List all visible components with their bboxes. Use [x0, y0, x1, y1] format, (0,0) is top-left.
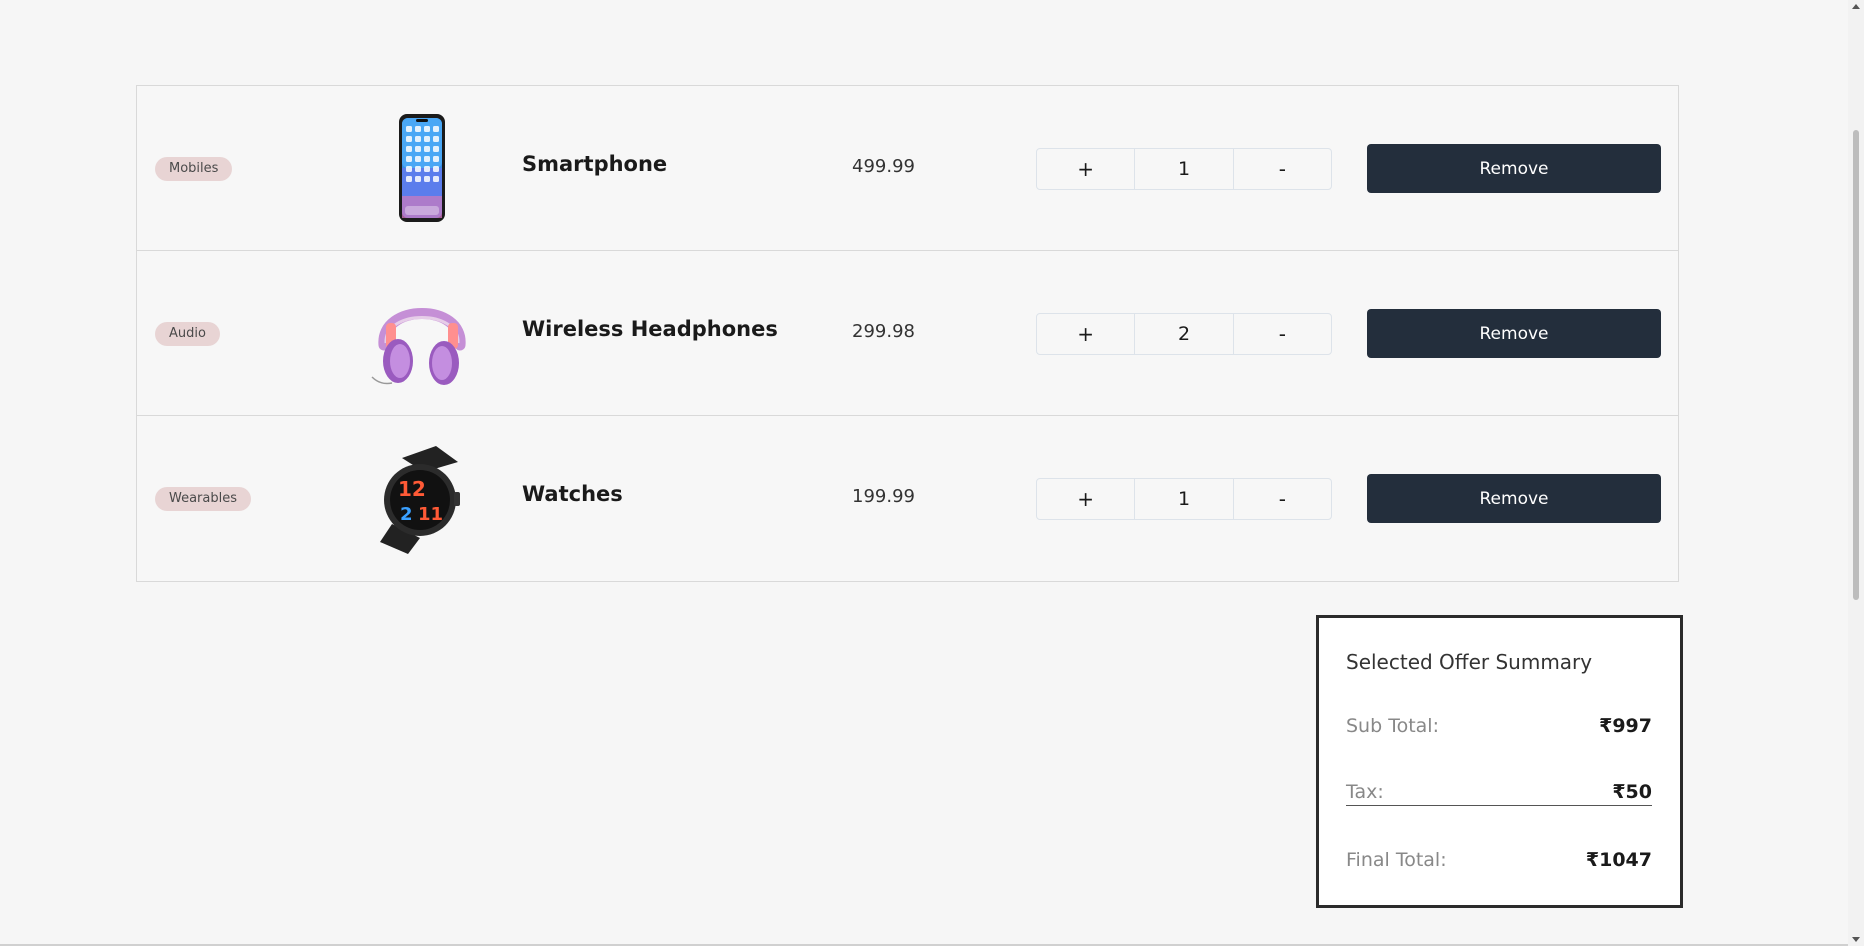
remove-button[interactable]: Remove — [1367, 474, 1661, 523]
tax-row: Tax: ₹50 — [1346, 781, 1652, 806]
cart-row: Wearables 12 2 11 Watches 199.99 + 1 - R… — [137, 416, 1678, 581]
scroll-up-arrow-icon[interactable] — [1852, 4, 1860, 9]
product-name: Wireless Headphones — [522, 317, 778, 341]
remove-button[interactable]: Remove — [1367, 144, 1661, 193]
svg-text:2: 2 — [400, 504, 413, 525]
category-badge: Audio — [155, 322, 220, 346]
increase-quantity-button[interactable]: + — [1037, 314, 1136, 354]
final-total-row: Final Total: ₹1047 — [1346, 849, 1652, 871]
quantity-stepper: + 2 - — [1036, 313, 1332, 355]
increase-quantity-button[interactable]: + — [1037, 479, 1136, 519]
tax-value: ₹50 — [1612, 781, 1652, 803]
product-name: Smartphone — [522, 152, 668, 176]
subtotal-row: Sub Total: ₹997 — [1346, 715, 1652, 737]
summary-title: Selected Offer Summary — [1346, 650, 1593, 674]
cart-row: Mobiles Smartphone 499.99 + 1 - Remove — [137, 86, 1678, 251]
category-badge: Mobiles — [155, 157, 233, 181]
final-total-value: ₹1047 — [1585, 849, 1652, 871]
subtotal-value: ₹997 — [1599, 715, 1652, 737]
smartphone-image — [362, 108, 482, 228]
vertical-scrollbar[interactable] — [1848, 0, 1864, 946]
decrease-quantity-button[interactable]: - — [1234, 479, 1331, 519]
scrollbar-thumb[interactable] — [1853, 130, 1859, 600]
cart-row: Audio Wireless Headphones 299.98 + 2 - R… — [137, 251, 1678, 416]
final-total-label: Final Total: — [1346, 849, 1447, 871]
svg-text:11: 11 — [418, 504, 443, 525]
subtotal-label: Sub Total: — [1346, 715, 1439, 737]
scroll-down-arrow-icon[interactable] — [1852, 937, 1860, 942]
decrease-quantity-button[interactable]: - — [1234, 149, 1331, 189]
category-badge: Wearables — [155, 487, 252, 511]
cart-table: Mobiles Smartphone 499.99 + 1 - Remove A… — [136, 85, 1679, 582]
svg-text:12: 12 — [398, 477, 426, 501]
quantity-stepper: + 1 - — [1036, 478, 1332, 520]
order-summary: Selected Offer Summary Sub Total: ₹997 T… — [1316, 615, 1683, 908]
quantity-value: 1 — [1135, 149, 1234, 189]
watch-image: 12 2 11 — [362, 438, 482, 558]
cart-page: Mobiles Smartphone 499.99 + 1 - Remove A… — [0, 0, 1864, 946]
increase-quantity-button[interactable]: + — [1037, 149, 1136, 189]
product-price: 199.99 — [852, 486, 915, 507]
product-price: 299.98 — [852, 321, 915, 342]
headphones-image — [362, 273, 482, 393]
product-price: 499.99 — [852, 156, 915, 177]
quantity-value: 1 — [1135, 479, 1234, 519]
decrease-quantity-button[interactable]: - — [1234, 314, 1331, 354]
tax-label: Tax: — [1346, 781, 1384, 803]
quantity-value: 2 — [1135, 314, 1234, 354]
remove-button[interactable]: Remove — [1367, 309, 1661, 358]
quantity-stepper: + 1 - — [1036, 148, 1332, 190]
product-name: Watches — [522, 482, 623, 506]
